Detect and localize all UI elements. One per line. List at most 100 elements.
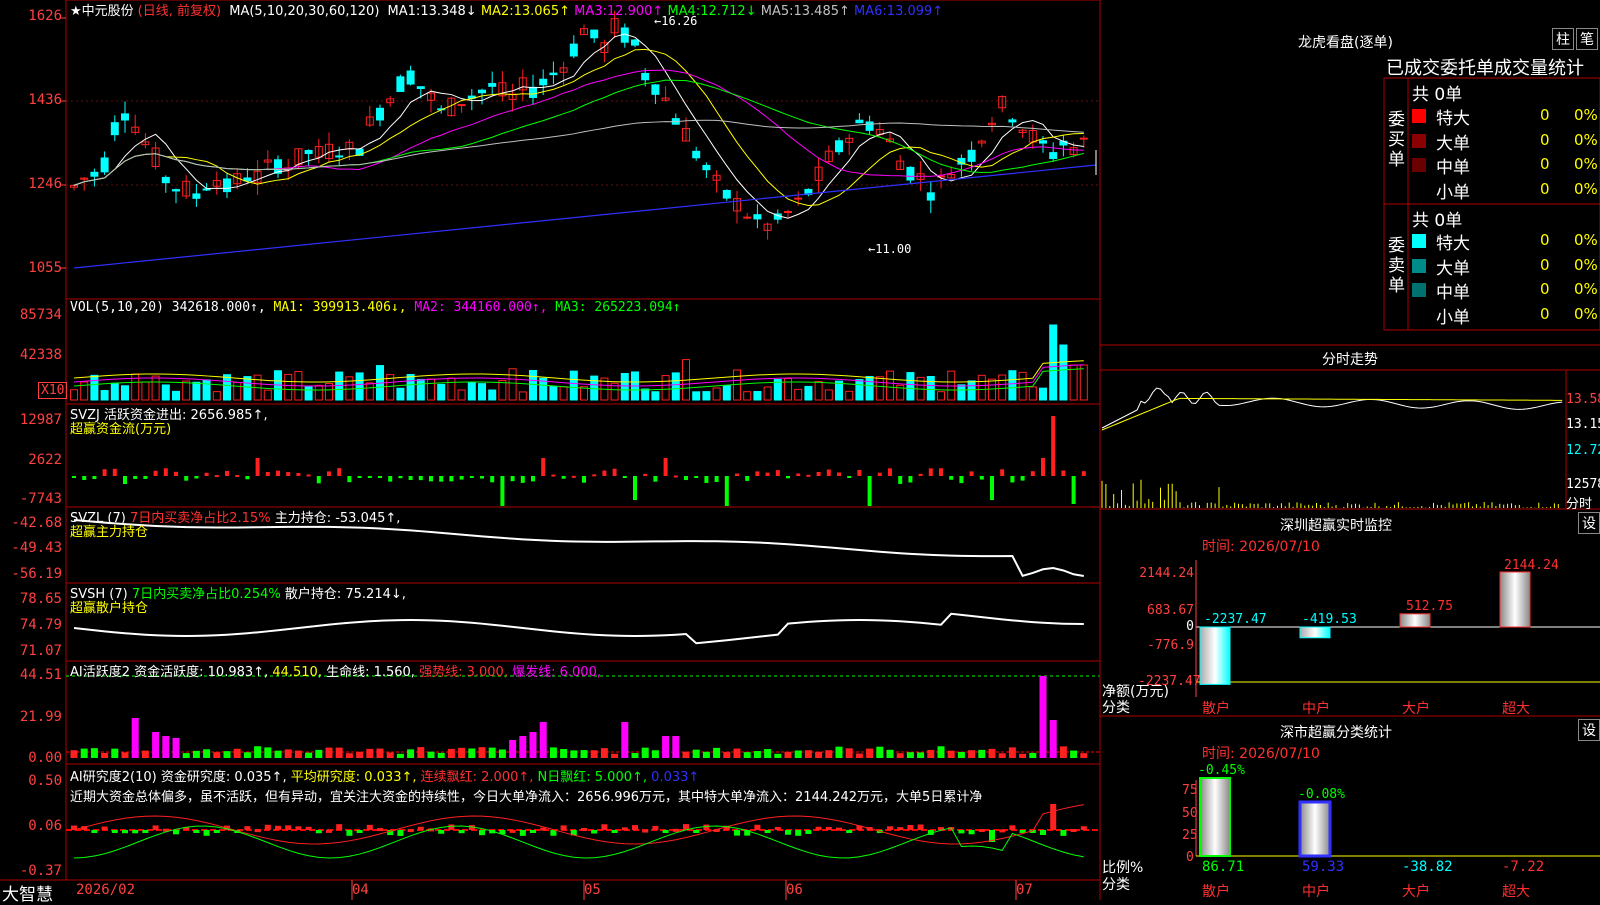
volume-bar <box>233 382 242 401</box>
volume-bar <box>733 369 741 401</box>
stock-name: 中元股份 <box>81 4 134 19</box>
ai-research-bar <box>173 830 179 835</box>
ai2-bar <box>101 752 109 758</box>
candle-body <box>478 89 486 94</box>
candle-body <box>865 121 874 131</box>
volume-bar <box>998 374 1007 401</box>
ai2-bar <box>417 747 425 758</box>
ai2-bar <box>764 749 772 758</box>
classify-settings-button[interactable]: 设 <box>1578 719 1600 741</box>
monitor-settings-button[interactable]: 设 <box>1578 512 1600 534</box>
buy-row-count: 0 <box>1540 179 1550 198</box>
sell-row-label: 小单 <box>1436 307 1470 328</box>
ai2-bar <box>866 748 874 758</box>
ai-research-bar <box>693 830 700 833</box>
svsh-tick: 74.79 <box>19 617 62 633</box>
chart-mode: (日线, 前复权) <box>137 4 222 19</box>
svzj-bar <box>561 476 566 479</box>
ai2-bar <box>549 747 557 758</box>
ai2-bar <box>458 747 466 758</box>
buy-row-label: 特大 <box>1436 109 1470 129</box>
ai-research-bar <box>193 830 200 833</box>
candle-body <box>529 86 537 98</box>
sell-row-count: 0 <box>1540 280 1550 298</box>
volume-bar <box>406 373 415 401</box>
ai-research-red-line <box>73 804 1084 845</box>
classify-category: 中户 <box>1302 884 1330 900</box>
svzj-bar <box>214 475 219 478</box>
volume-bar <box>1039 387 1047 401</box>
monitor-category: 大户 <box>1402 701 1430 717</box>
classify-category: 大户 <box>1402 884 1430 900</box>
ai2-bar <box>988 748 996 758</box>
classify-cat-label: 分类 <box>1102 877 1130 893</box>
volume-bar <box>692 391 701 401</box>
ai2-bar <box>1008 747 1016 758</box>
ai2-bar <box>1070 750 1078 758</box>
svzj-bar <box>592 474 597 477</box>
ma5-value: 13.485↑ <box>793 4 850 19</box>
ai2-bar <box>611 753 619 758</box>
ai2-bar <box>937 746 945 758</box>
ai-research-bar <box>774 826 781 830</box>
svzj-bar <box>306 474 311 477</box>
volume-bar <box>937 391 945 401</box>
candle-body <box>172 189 180 192</box>
volume-bar <box>661 375 670 401</box>
svzj-tick: 2622 <box>28 452 62 468</box>
svzj-bar <box>806 474 811 477</box>
ai-research-bar <box>836 827 842 831</box>
ai2-bar <box>529 732 537 758</box>
volume-bar <box>957 384 966 401</box>
volume-bar <box>161 384 170 401</box>
monitor-bar <box>1199 626 1231 685</box>
volume-bar <box>1059 344 1068 401</box>
ai2-bar <box>835 746 843 758</box>
pen-mode-button[interactable]: 笔 <box>1576 28 1598 50</box>
ai-research-bar <box>479 830 485 836</box>
svzj-bar <box>92 476 97 480</box>
svzj-bar <box>908 476 913 483</box>
volume-bar <box>804 385 813 401</box>
ai-research-bar <box>632 825 638 830</box>
bar-mode-button[interactable]: 柱 <box>1552 28 1574 50</box>
svzj-bar <box>786 476 790 479</box>
svzl-tick: -42.68 <box>11 515 62 531</box>
monitor-value-label: -419.53 <box>1302 612 1357 627</box>
volume-bar <box>345 376 354 401</box>
classify-bar <box>1298 800 1332 858</box>
candle-body <box>110 122 119 136</box>
buy-row-count: 0 <box>1540 130 1550 149</box>
ai-research-bar <box>1040 830 1046 835</box>
ai-research-bar <box>662 830 669 833</box>
svsh-tick: 71.07 <box>19 643 62 659</box>
volume-bar <box>620 372 629 401</box>
volume-bar <box>192 381 201 401</box>
ai-research-bar <box>254 829 261 833</box>
buy-side-label: 委买单 <box>1388 110 1405 170</box>
volume-bar <box>314 384 323 401</box>
svzj-bar <box>133 476 138 479</box>
ai-research-bar <box>825 826 832 830</box>
monitor-value-label: 512.75 <box>1406 599 1453 614</box>
ai-research-bar <box>917 824 924 830</box>
volume-bar <box>447 377 456 401</box>
candle-body <box>641 72 650 81</box>
svzj-bar <box>490 476 495 483</box>
ai-research-bar <box>652 825 659 830</box>
svzj-bar <box>1061 470 1066 476</box>
ai-research-bar <box>1070 829 1077 833</box>
candle-body <box>376 107 384 121</box>
svzj-bar <box>204 472 209 476</box>
ai-research-bar <box>203 830 210 836</box>
volume-bar <box>977 374 986 401</box>
sell-total: 共 0单 <box>1412 211 1463 231</box>
svzj-bar <box>286 472 291 476</box>
stock-chart-canvas[interactable] <box>0 0 1600 900</box>
classify-value: -38.82 <box>1402 859 1453 875</box>
volume-bar <box>763 386 772 401</box>
ai-research-bar <box>530 830 536 833</box>
sell-swatch <box>1412 234 1426 248</box>
svzj-bar <box>898 476 903 484</box>
ma3-label: MA3: <box>574 4 607 19</box>
